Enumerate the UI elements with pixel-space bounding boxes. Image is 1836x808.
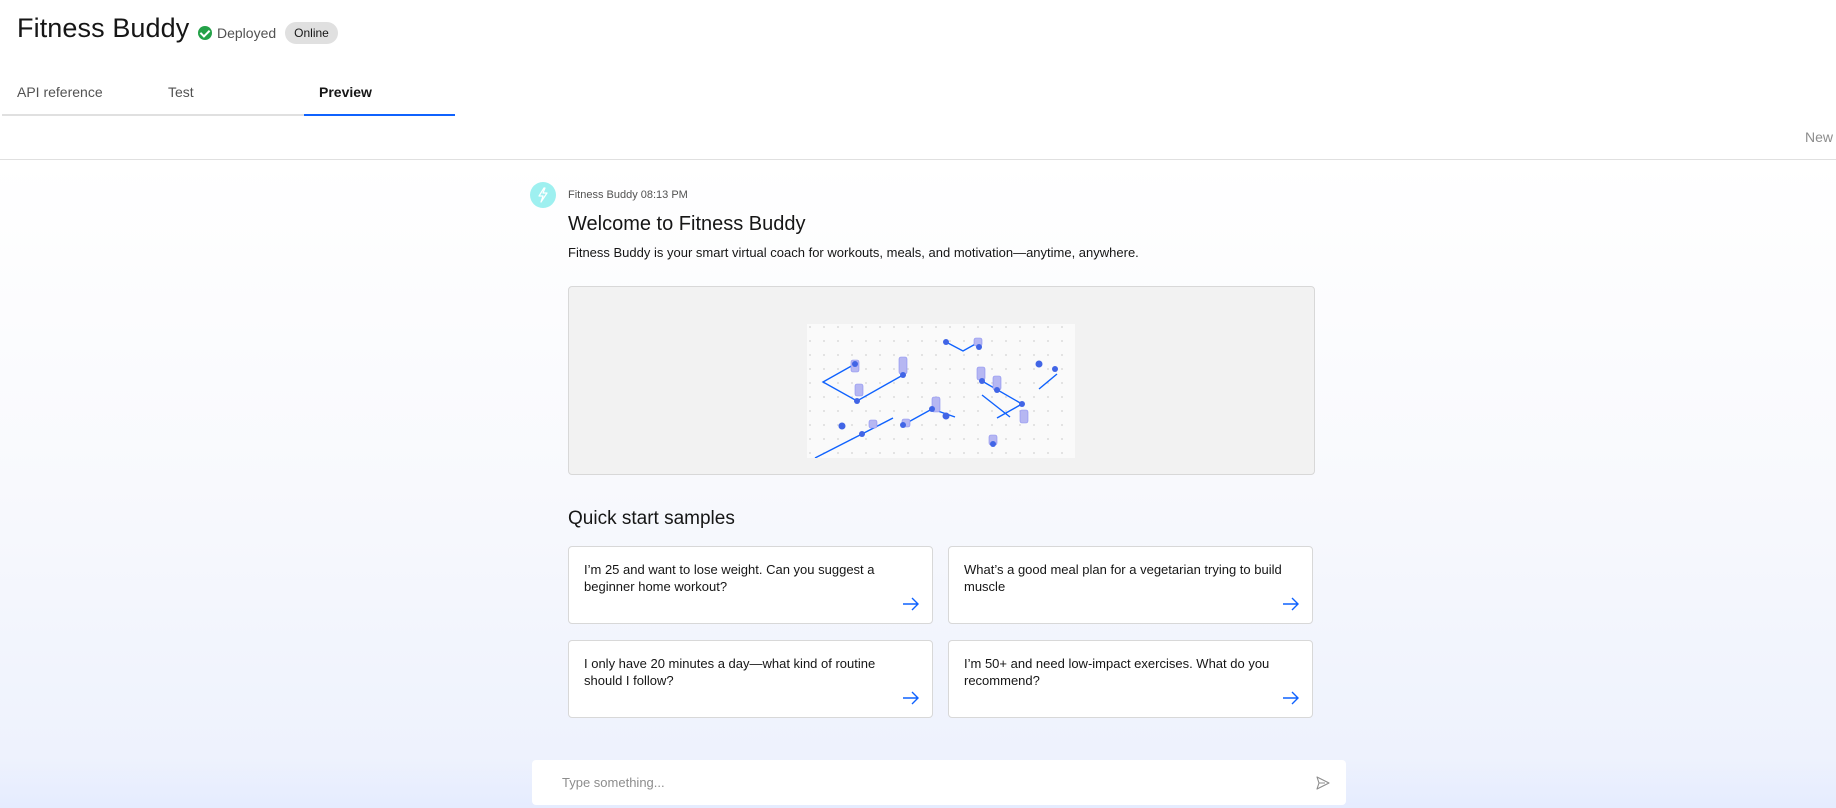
lightning-icon: [538, 187, 548, 203]
tab-api-reference[interactable]: API reference: [2, 84, 153, 116]
deployment-status: Deployed Online: [198, 22, 338, 44]
sample-text: I only have 20 minutes a day—what kind o…: [584, 656, 876, 688]
send-icon[interactable]: [1316, 776, 1330, 790]
welcome-description: Fitness Buddy is your smart virtual coac…: [568, 245, 1139, 260]
sample-text: I’m 50+ and need low-impact exercises. W…: [964, 656, 1270, 688]
tab-test[interactable]: Test: [153, 84, 304, 116]
sample-card-2[interactable]: What’s a good meal plan for a vegetarian…: [948, 546, 1313, 624]
chat-input-box: [532, 760, 1346, 805]
tab-bar: API reference Test Preview: [2, 84, 455, 116]
page-title: Fitness Buddy: [17, 13, 190, 43]
message-meta: Fitness Buddy 08:13 PM: [568, 189, 688, 201]
welcome-title: Welcome to Fitness Buddy: [568, 213, 806, 235]
status-badge: Online: [285, 22, 338, 44]
status-text: Deployed: [217, 25, 277, 41]
tab-preview[interactable]: Preview: [304, 84, 455, 116]
assistant-avatar: [530, 182, 556, 208]
sample-text: What’s a good meal plan for a vegetarian…: [964, 562, 1282, 594]
chat-area: Fitness Buddy 08:13 PM Welcome to Fitnes…: [0, 160, 1836, 808]
chat-input[interactable]: [532, 760, 1292, 805]
quick-start-title: Quick start samples: [568, 508, 735, 529]
sample-text: I’m 25 and want to lose weight. Can you …: [584, 562, 875, 594]
sample-card-3[interactable]: I only have 20 minutes a day—what kind o…: [568, 640, 933, 718]
welcome-image-card: [568, 286, 1315, 475]
network-illustration: [807, 324, 1075, 459]
arrow-right-icon: [903, 691, 919, 705]
arrow-right-icon: [1283, 691, 1299, 705]
page-header: Fitness Buddy Deployed Online API refere…: [0, 0, 1836, 160]
sample-card-4[interactable]: I’m 50+ and need low-impact exercises. W…: [948, 640, 1313, 718]
arrow-right-icon: [903, 597, 919, 611]
new-chat-button[interactable]: New: [1805, 129, 1833, 145]
arrow-right-icon: [1283, 597, 1299, 611]
check-circle-icon: [198, 26, 212, 40]
sample-card-1[interactable]: I’m 25 and want to lose weight. Can you …: [568, 546, 933, 624]
